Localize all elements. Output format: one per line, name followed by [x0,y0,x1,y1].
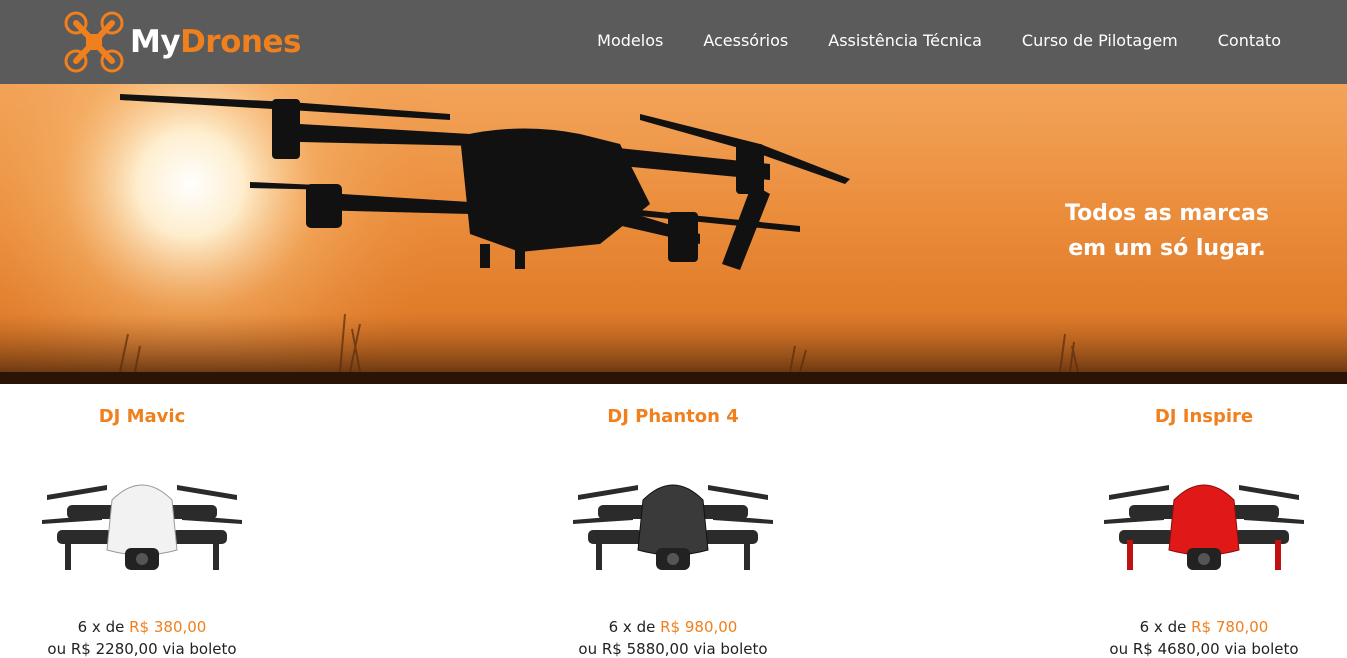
installment-price: 6 x de R$ 380,00 [12,618,272,636]
nav-acessorios[interactable]: Acessórios [703,31,788,50]
product-title[interactable]: DJ Phanton 4 [543,406,803,432]
product-card-mavic[interactable]: DJ Mavic 6 x de R$ 380,00 ou R$ 2280,00 … [12,406,272,658]
boleto-price: ou R$ 4680,00 via boleto [1109,640,1299,658]
nav-modelos[interactable]: Modelos [597,31,663,50]
installments-label: 6 x de [1139,618,1187,636]
drone-product-image[interactable] [1099,460,1309,590]
nav-contato[interactable]: Contato [1218,31,1281,50]
price-value: R$ 380,00 [129,618,207,636]
product-title[interactable]: DJ Mavic [12,406,272,432]
installments-label: 6 x de [77,618,125,636]
product-title[interactable]: DJ Inspire [1074,406,1334,432]
hero-tagline-line2: em um só lugar. [1068,236,1266,261]
logo[interactable]: MyDrones [64,10,301,74]
brand-name-my: My [130,24,181,60]
drone-product-image[interactable] [37,460,247,590]
price-value: R$ 780,00 [1191,618,1269,636]
hero-tagline-line1: Todos as marcas [1064,201,1269,226]
hero-tagline: Todos as marcas em um só lugar. [1027,196,1307,266]
nav-assistencia-tecnica[interactable]: Assistência Técnica [828,31,982,50]
installment-price: 6 x de R$ 780,00 [1074,618,1334,636]
hero-banner: Todos as marcas em um só lugar. [0,84,1347,384]
site-header: MyDrones Modelos Acessórios Assistência … [0,0,1347,84]
brand-name-drones: Drones [180,24,301,60]
installment-price: 6 x de R$ 980,00 [543,618,803,636]
drone-logo-icon [64,11,124,73]
brand-name: MyDrones [130,24,301,60]
product-card-inspire[interactable]: DJ Inspire 6 x de R$ 780,00 ou R$ 4680,0… [1074,406,1334,658]
main-nav: Modelos Acessórios Assistência Técnica C… [557,31,1281,50]
price-value: R$ 980,00 [660,618,738,636]
boleto-price: ou R$ 5880,00 via boleto [578,640,768,658]
product-card-phanton-4[interactable]: DJ Phanton 4 6 x de R$ 980,00 ou R$ 5880… [543,406,803,658]
installments-label: 6 x de [608,618,656,636]
boleto-price: ou R$ 2280,00 via boleto [47,640,237,658]
nav-curso-de-pilotagem[interactable]: Curso de Pilotagem [1022,31,1178,50]
drone-product-image[interactable] [568,460,778,590]
